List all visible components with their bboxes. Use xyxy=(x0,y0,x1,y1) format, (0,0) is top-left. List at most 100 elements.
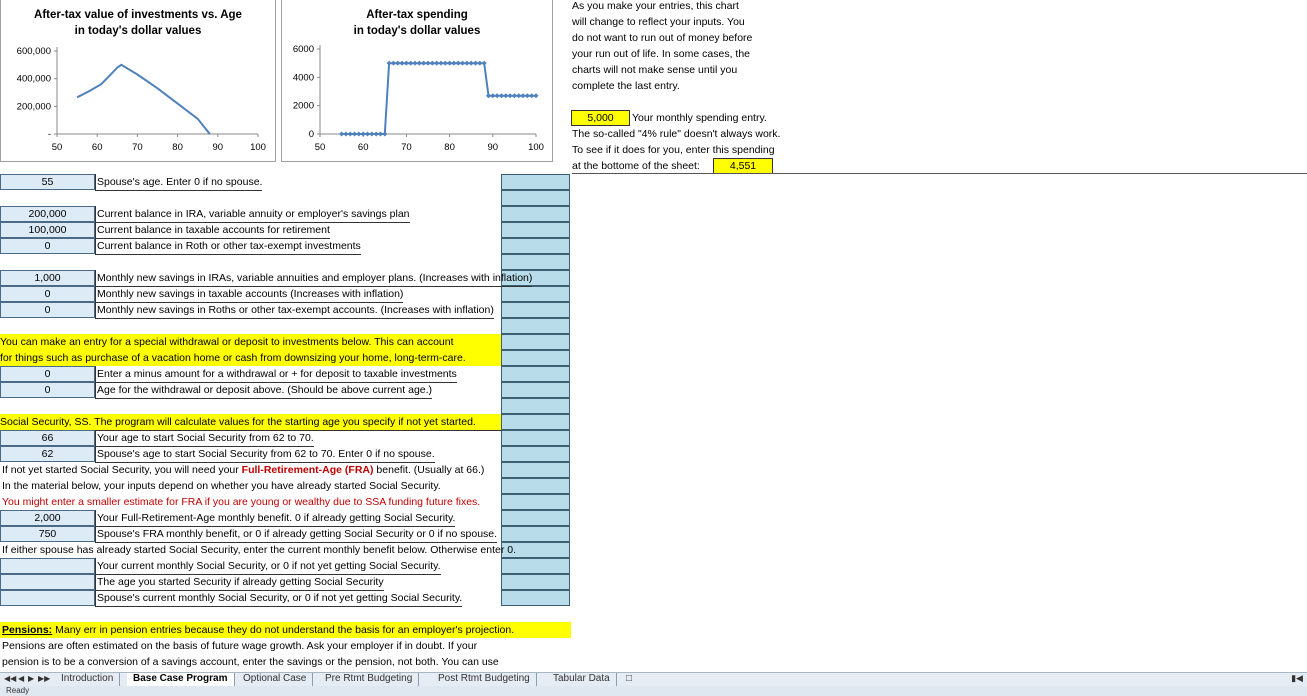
status-bar: Ready xyxy=(0,686,1307,696)
ss-spouse-start-age-input[interactable]: 62 xyxy=(0,446,95,462)
investments-chart-series-line xyxy=(76,63,211,135)
investments-chart-x-tick-label: 50 xyxy=(52,142,63,153)
calc-cell[interactable] xyxy=(501,590,570,606)
tab-introduction[interactable]: Introduction xyxy=(55,673,121,686)
spending-chart-point xyxy=(520,93,526,99)
calc-cell[interactable] xyxy=(501,350,570,366)
tab-base-case-program[interactable]: Base Case Program xyxy=(127,673,235,686)
spending-chart-point xyxy=(524,93,530,99)
spending-chart-point xyxy=(339,131,345,137)
calc-cell[interactable] xyxy=(501,478,570,494)
calc-cell[interactable] xyxy=(501,414,570,430)
spending-chart-point xyxy=(455,60,461,66)
spending-chart-point xyxy=(498,93,504,99)
note-line: charts will not make sense until you xyxy=(572,64,738,76)
calc-cell[interactable] xyxy=(501,302,570,318)
calc-cell[interactable] xyxy=(501,222,570,238)
calc-cell[interactable] xyxy=(501,510,570,526)
spending-chart-point xyxy=(533,93,539,99)
spending-chart-point xyxy=(369,131,375,137)
fra-term: Full-Retirement-Age (FRA) xyxy=(241,464,374,476)
spending-chart-x-tick-label: 80 xyxy=(444,142,455,153)
spending-chart-point xyxy=(403,60,409,66)
spouse-fra-benefit-input[interactable]: 750 xyxy=(0,526,95,542)
calc-cell[interactable] xyxy=(501,174,570,190)
age-started-ss-input[interactable] xyxy=(0,574,95,590)
tab-tabular-data[interactable]: Tabular Data xyxy=(547,673,617,686)
ss-start-age-input[interactable]: 66 xyxy=(0,430,95,446)
pensions-note: Pensions: Many err in pension entries be… xyxy=(0,622,571,638)
inputs-depend-note: In the material below, your inputs depen… xyxy=(2,480,441,492)
insert-sheet-icon[interactable]: □ xyxy=(620,673,638,686)
withdrawal-amount-input[interactable]: 0 xyxy=(0,366,95,382)
spending-chart-point xyxy=(442,60,448,66)
spending-chart-point xyxy=(464,60,470,66)
spending-chart-point xyxy=(494,93,500,99)
calc-cell[interactable] xyxy=(501,526,570,542)
spouse-current-ss-input[interactable] xyxy=(0,590,95,606)
roth-balance-label: Current balance in Roth or other tax-exe… xyxy=(95,238,361,255)
calc-cell[interactable] xyxy=(501,574,570,590)
calc-cell[interactable] xyxy=(501,462,570,478)
first-sheet-icon[interactable]: ◀◀ xyxy=(4,673,16,685)
monthly-roth-savings-input[interactable]: 0 xyxy=(0,302,95,318)
calc-cell[interactable] xyxy=(501,366,570,382)
tab-optional-case[interactable]: Optional Case xyxy=(237,673,314,686)
calc-cell[interactable] xyxy=(501,398,570,414)
spending-chart-point xyxy=(434,60,440,66)
withdrawal-age-input[interactable]: 0 xyxy=(0,382,95,398)
taxable-balance-label: Current balance in taxable accounts for … xyxy=(95,222,330,239)
calc-cell[interactable] xyxy=(501,494,570,510)
ira-balance-input[interactable]: 200,000 xyxy=(0,206,95,222)
spending-chart-point xyxy=(347,131,353,137)
spending-chart-x-tick-label: 90 xyxy=(488,142,499,153)
monthly-spending-cell[interactable]: 5,000 xyxy=(571,110,630,126)
calc-cell[interactable] xyxy=(501,318,570,334)
calc-cell[interactable] xyxy=(501,254,570,270)
monthly-taxable-savings-input[interactable]: 0 xyxy=(0,286,95,302)
spending-chart-point xyxy=(507,93,513,99)
spending-chart-y-tick-label: 6000 xyxy=(293,44,314,55)
investments-chart[interactable]: After-tax value of investments vs. Age i… xyxy=(0,0,276,162)
current-ss-input[interactable] xyxy=(0,558,95,574)
spending-chart-point xyxy=(356,131,362,137)
taxable-balance-input[interactable]: 100,000 xyxy=(0,222,95,238)
roth-balance-input[interactable]: 0 xyxy=(0,238,95,254)
calc-cell[interactable] xyxy=(501,286,570,302)
spending-chart-point xyxy=(343,131,349,137)
calc-cell[interactable] xyxy=(501,238,570,254)
fra-benefit-input[interactable]: 2,000 xyxy=(0,510,95,526)
spending-chart-point xyxy=(386,60,392,66)
monthly-ira-savings-input[interactable]: 1,000 xyxy=(0,270,95,286)
tab-post-rtmt-budgeting[interactable]: Post Rtmt Budgeting xyxy=(432,673,537,686)
spouse-age-input[interactable]: 55 xyxy=(0,174,95,190)
spending-chart-plot: 0 2000 4000 6000 50 60 70 80 90 100 xyxy=(293,44,544,153)
spending-chart[interactable]: After-tax spending in today's dollar val… xyxy=(281,0,553,162)
last-sheet-icon[interactable]: ▶▶ xyxy=(38,673,50,685)
next-sheet-icon[interactable]: ▶ xyxy=(28,673,34,685)
calc-cell[interactable] xyxy=(501,430,570,446)
spending-chart-point xyxy=(390,60,396,66)
prev-sheet-icon[interactable]: ◀ xyxy=(18,673,24,685)
ira-balance-label: Current balance in IRA, variable annuity… xyxy=(95,206,410,223)
horizontal-scroll-icon[interactable]: ▮◀ xyxy=(1287,672,1307,686)
note-line: do not want to run out of money before xyxy=(572,32,753,44)
calc-cell[interactable] xyxy=(501,558,570,574)
calc-cell[interactable] xyxy=(501,334,570,350)
calc-cell[interactable] xyxy=(501,446,570,462)
tab-pre-rtmt-budgeting[interactable]: Pre Rtmt Budgeting xyxy=(319,673,420,686)
calc-cell[interactable] xyxy=(501,190,570,206)
note-line: will change to reflect your inputs. You xyxy=(572,16,745,28)
spouse-age-label: Spouse's age. Enter 0 if no spouse. xyxy=(95,174,263,191)
four-percent-result-cell[interactable]: 4,551 xyxy=(713,158,773,174)
ss-start-age-label: Your age to start Social Security from 6… xyxy=(95,430,314,447)
spending-chart-y-tick-label: 2000 xyxy=(293,101,314,112)
calc-cell[interactable] xyxy=(501,206,570,222)
special-note-line1: You can make an entry for a special with… xyxy=(0,334,501,350)
calc-cell[interactable] xyxy=(501,382,570,398)
spending-chart-point xyxy=(477,60,483,66)
note-line: As you make your entries, this chart xyxy=(572,0,739,12)
spouse-fra-benefit-label: Spouse's FRA monthly benefit, or 0 if al… xyxy=(95,526,498,543)
spending-chart-point xyxy=(408,60,414,66)
spending-chart-point xyxy=(373,131,379,137)
